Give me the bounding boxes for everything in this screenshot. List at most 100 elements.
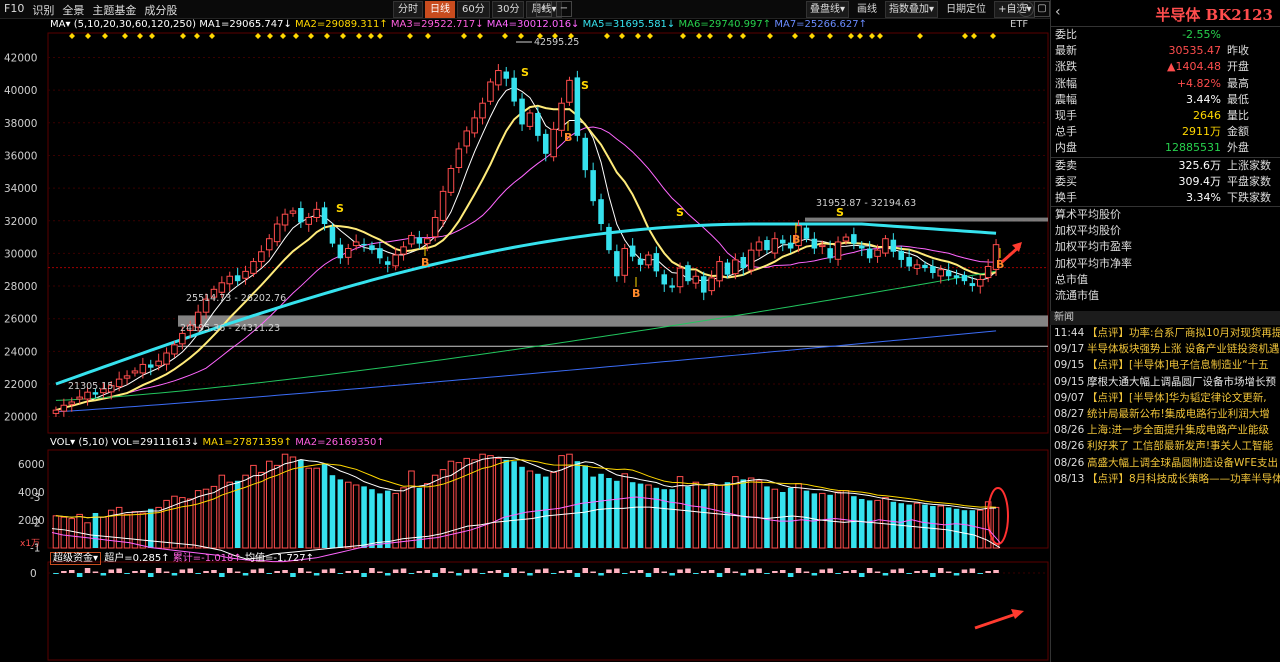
volume-bar [463,457,471,549]
volume-bar [969,510,976,548]
ma2-value: MA2=29089.311↑ [295,19,388,30]
candle-body [779,239,786,244]
nav-theme-fund[interactable]: 主题基金 [92,2,136,18]
stat-row: 加权平均市盈率 [1051,239,1280,255]
news-headline[interactable]: 【点评】功率:台系厂商拟10月对现货再提 [1087,327,1280,339]
fund-bar [700,571,707,573]
news-item[interactable]: 08/26 高盛大幅上调全球晶圆制造设备WFE支出 [1050,455,1280,471]
sell-signal: S [676,206,684,219]
ma-menu[interactable]: MA▾ [50,19,71,30]
signal-diamond [425,33,431,39]
quote-row: 震幅 3.44% 最低 [1051,92,1280,108]
quote-label-2: 最高 [1227,76,1249,90]
nav-identify[interactable]: 识别 [32,2,54,18]
price-tick: 34000 [4,183,37,195]
fund-bar [266,573,273,574]
fund-bar [606,569,612,573]
candle-body [566,79,573,103]
help-icon[interactable]: ? [1018,1,1034,17]
volume-bar [250,464,257,549]
chart-tools: 叠盘线▾ 画线 指数叠加▾ 日期定位 +自选▾ [806,1,1036,18]
signal-diamond [122,33,128,39]
nav-overview[interactable]: 全景 [62,2,84,18]
fund-bar [542,568,549,573]
news-headline[interactable]: 摩根大通大幅上调晶圆厂设备市场增长预 [1087,376,1276,388]
volume-bar [930,506,936,548]
price-tick: 42000 [4,52,37,64]
news-headline[interactable]: 高盛大幅上调全球晶圆制造设备WFE支出 [1087,457,1278,469]
fund-bar [653,568,660,573]
news-headline[interactable]: 利好来了 工信部最新发声!事关人工智能 [1087,440,1273,452]
tab-30min[interactable]: 30分 [491,1,525,18]
news-tab[interactable]: 新闻 [1050,311,1280,325]
sell-signal: S [521,66,529,79]
zoom-in-button[interactable]: + [536,1,552,17]
tab-60min[interactable]: 60分 [457,1,490,18]
candle-body [123,375,131,379]
settings-icon[interactable]: ▢ [1034,1,1050,17]
volume-bar [685,486,691,548]
price-tick: 32000 [4,216,37,228]
quote-label: 委比 [1055,28,1077,41]
candle-body [423,238,431,245]
news-headline[interactable]: 【点评】8月科技成长策略——功率半导体 [1087,473,1280,485]
signal-diamond [308,33,314,39]
zoom-out-button[interactable]: − [556,1,572,17]
overlay-menu[interactable]: 叠盘线▾ [806,1,850,18]
news-headline[interactable]: 【点评】[半导体]华为韬定律论文更新, [1087,392,1267,404]
news-item[interactable]: 09/15 摩根大通大幅上调晶圆厂设备市场增长预 [1050,374,1280,390]
volume-bar [100,516,107,549]
tab-daily[interactable]: 日线 [425,1,455,18]
news-item[interactable]: 08/13 【点评】8月科技成长策略——功率半导体 [1050,471,1280,487]
news-item[interactable]: 11:44 【点评】功率:台系厂商拟10月对现货再提 [1050,325,1280,341]
nav-constituents[interactable]: 成分股 [144,2,177,18]
quote-label-2: 下跌家数 [1227,190,1271,204]
signal-diamond [877,33,883,39]
news-item[interactable]: 08/26 上海:进一步全面提升集成电路产业能级 [1050,422,1280,438]
news-headline[interactable]: 【点评】[半导体]电子信息制造业“十五 [1087,359,1269,371]
candle-body [179,332,186,345]
fund-bar [424,570,431,573]
date-locate-button[interactable]: 日期定位 [942,1,990,18]
vol-tick: 6000 [18,459,45,471]
news-headline[interactable]: 统计局最新公布!集成电路行业利润大增 [1087,408,1270,420]
candle-body [273,223,281,243]
fund-bar [92,571,99,573]
news-item[interactable]: 09/07 【点评】[半导体]华为韬定律论文更新, [1050,390,1280,406]
fund-bar [685,568,691,573]
vol-menu[interactable]: VOL▾ [50,437,75,448]
news-item[interactable]: 09/15 【点评】[半导体]电子信息制造业“十五 [1050,357,1280,373]
ma3-value: MA3=29522.717↓ [390,19,484,30]
candle-body [645,254,652,266]
signal-diamond [149,33,155,39]
fund-bar [456,573,462,576]
tab-timeshare[interactable]: 分时 [393,1,423,18]
fund-bar [732,571,739,573]
fund-bar [187,568,194,573]
etf-label[interactable]: ETF [1010,19,1028,30]
back-icon[interactable]: ‹ [1055,4,1061,20]
news-headline[interactable]: 上海:进一步全面提升集成电路产业能级 [1087,424,1269,436]
volume-bar [740,479,747,548]
quote-label-2: 量比 [1227,108,1249,122]
index-overlay-menu[interactable]: 指数叠加▾ [885,1,939,18]
candle-body [842,236,850,242]
news-item[interactable]: 08/27 统计局最新公布!集成电路行业利润大增 [1050,406,1280,422]
fund-bar [163,571,170,573]
news-headline[interactable]: 半导体板块强势上涨 设备产业链投资机遇 [1087,343,1279,355]
draw-line-button[interactable]: 画线 [853,1,881,18]
nav-f10[interactable]: F10 [4,2,24,18]
stock-title: 半导体 BK2123 [1155,6,1273,24]
volume-bar [503,459,510,548]
fund-bar [740,573,747,576]
signal-diamond [917,33,923,39]
fund-menu[interactable]: 超级资金▾ [50,552,102,565]
news-time: 08/26 [1054,424,1085,437]
zone1-label: 25514.73 - 26202.76 [186,293,286,304]
volume-bar [645,484,652,549]
price-tick: 38000 [4,118,37,130]
news-item[interactable]: 09/17 半导体板块强势上涨 设备产业链投资机遇 [1050,341,1280,357]
top-nav: F10 识别 全景 主题基金 成分股 [4,2,177,18]
news-item[interactable]: 08/26 利好来了 工信部最新发声!事关人工智能 [1050,438,1280,454]
volume-bar [945,507,952,548]
